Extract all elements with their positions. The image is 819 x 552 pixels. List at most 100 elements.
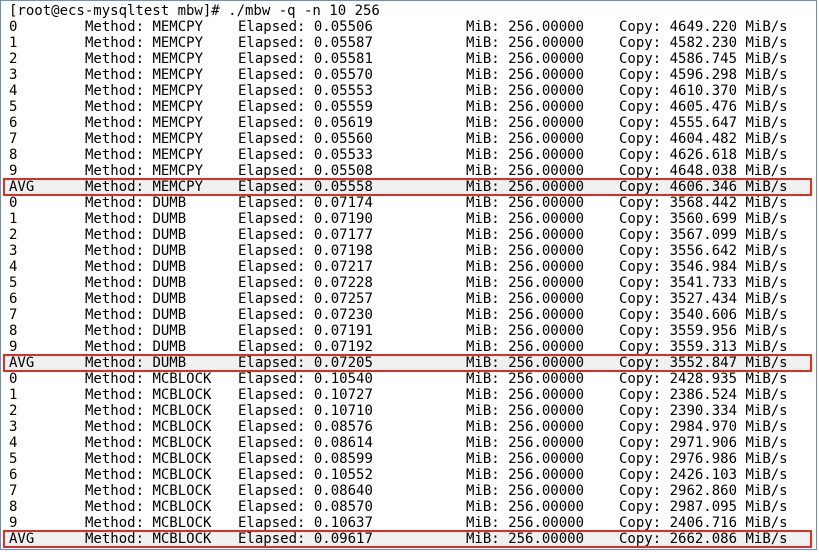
copy-value: 3552.847 [669,355,738,371]
copy-unit: MiB/s [745,515,788,531]
mib-label: MiB: [466,19,500,35]
result-row: 1 Method: DUMB Elapsed: 0.07190 MiB: 256.00… [3,211,814,227]
copy-label: Copy: [619,323,662,339]
method-value: DUMB [152,339,187,355]
mib-field: MiB: 256.00000 [466,499,584,515]
copy-unit: MiB/s [745,387,788,403]
copy-field: Copy: 2428.935 MiB/s [619,371,788,387]
copy-field: Copy: 2426.103 MiB/s [619,467,788,483]
elapsed-field: Elapsed: 0.07190 [238,211,373,227]
method-field: Method: MCBLOCK [85,387,211,403]
method-label: Method: [85,483,145,499]
mib-label: MiB: [466,67,500,83]
terminal-output[interactable]: [root@ecs-mysqltest mbw]# ./mbw -q -n 10… [3,3,814,548]
elapsed-field: Elapsed: 0.05559 [238,99,373,115]
elapsed-value: 0.07228 [313,275,373,291]
method-value: MEMCPY [152,19,204,35]
row-index: 8 [9,499,18,515]
method-value: DUMB [152,227,187,243]
copy-value: 2984.970 [669,419,738,435]
elapsed-field: Elapsed: 0.10637 [238,515,373,531]
mib-value: 256.00000 [508,355,585,371]
method-label: Method: [85,195,145,211]
mib-label: MiB: [466,51,500,67]
mib-value: 256.00000 [508,99,585,115]
elapsed-value: 0.07191 [313,323,373,339]
copy-unit: MiB/s [745,115,788,131]
row-index: 3 [9,419,18,435]
mib-value: 256.00000 [508,323,585,339]
elapsed-field: Elapsed: 0.07228 [238,275,373,291]
mib-value: 256.00000 [508,243,585,259]
method-field: Method: MCBLOCK [85,403,211,419]
row-index: AVG [9,531,35,547]
result-row: 3 Method: DUMB Elapsed: 0.07198 MiB: 256.00… [3,243,814,259]
copy-unit: MiB/s [745,163,788,179]
mib-value: 256.00000 [508,179,585,195]
elapsed-field: Elapsed: 0.09617 [238,531,373,547]
elapsed-label: Elapsed: [238,371,306,387]
method-label: Method: [85,179,145,195]
copy-value: 2426.103 [669,467,738,483]
row-index: 3 [9,67,18,83]
mib-label: MiB: [466,499,500,515]
copy-label: Copy: [619,19,662,35]
elapsed-field: Elapsed: 0.05508 [238,163,373,179]
copy-unit: MiB/s [745,291,788,307]
elapsed-value: 0.09617 [313,531,373,547]
method-field: Method: DUMB [85,307,186,323]
copy-label: Copy: [619,211,662,227]
copy-field: Copy: 2406.716 MiB/s [619,515,788,531]
method-field: Method: DUMB [85,323,186,339]
method-value: DUMB [152,291,187,307]
copy-value: 2662.086 [669,531,738,547]
copy-field: Copy: 4610.370 MiB/s [619,83,788,99]
row-index: 6 [9,115,18,131]
copy-field: Copy: 3552.847 MiB/s [619,355,788,371]
copy-value: 3559.313 [669,339,738,355]
result-row: 7 Method: MEMCPY Elapsed: 0.05560 MiB: 256.… [3,131,814,147]
elapsed-label: Elapsed: [238,403,306,419]
method-label: Method: [85,243,145,259]
method-label: Method: [85,227,145,243]
copy-field: Copy: 4649.220 MiB/s [619,19,788,35]
mib-value: 256.00000 [508,115,585,131]
elapsed-value: 0.08570 [313,499,373,515]
method-value: DUMB [152,323,187,339]
copy-label: Copy: [619,131,662,147]
copy-field: Copy: 4604.482 MiB/s [619,131,788,147]
copy-value: 2962.860 [669,483,738,499]
method-label: Method: [85,115,145,131]
mib-value: 256.00000 [508,467,585,483]
row-index: 5 [9,99,18,115]
copy-unit: MiB/s [745,467,788,483]
row-index: 5 [9,451,18,467]
result-row: 5 Method: DUMB Elapsed: 0.07228 MiB: 256.00… [3,275,814,291]
elapsed-label: Elapsed: [238,435,306,451]
mib-value: 256.00000 [508,259,585,275]
row-index: 7 [9,307,18,323]
mib-field: MiB: 256.00000 [466,339,584,355]
method-field: Method: MCBLOCK [85,499,211,515]
copy-label: Copy: [619,227,662,243]
command-prompt-line: [root@ecs-mysqltest mbw]# ./mbw -q -n 10… [9,3,380,19]
elapsed-label: Elapsed: [238,275,306,291]
copy-value: 3567.099 [669,227,738,243]
copy-unit: MiB/s [745,83,788,99]
method-field: Method: DUMB [85,227,186,243]
copy-label: Copy: [619,163,662,179]
elapsed-label: Elapsed: [238,307,306,323]
method-field: Method: DUMB [85,259,186,275]
elapsed-value: 0.05587 [313,35,373,51]
mib-field: MiB: 256.00000 [466,291,584,307]
result-row: 0 Method: MCBLOCK Elapsed: 0.10540 MiB: 256… [3,371,814,387]
elapsed-field: Elapsed: 0.08576 [238,419,373,435]
elapsed-field: Elapsed: 0.07191 [238,323,373,339]
mib-field: MiB: 256.00000 [466,371,584,387]
mib-label: MiB: [466,163,500,179]
elapsed-field: Elapsed: 0.07192 [238,339,373,355]
copy-unit: MiB/s [745,179,788,195]
method-label: Method: [85,323,145,339]
elapsed-label: Elapsed: [238,467,306,483]
result-row: 2 Method: MCBLOCK Elapsed: 0.10710 MiB: 256… [3,403,814,419]
